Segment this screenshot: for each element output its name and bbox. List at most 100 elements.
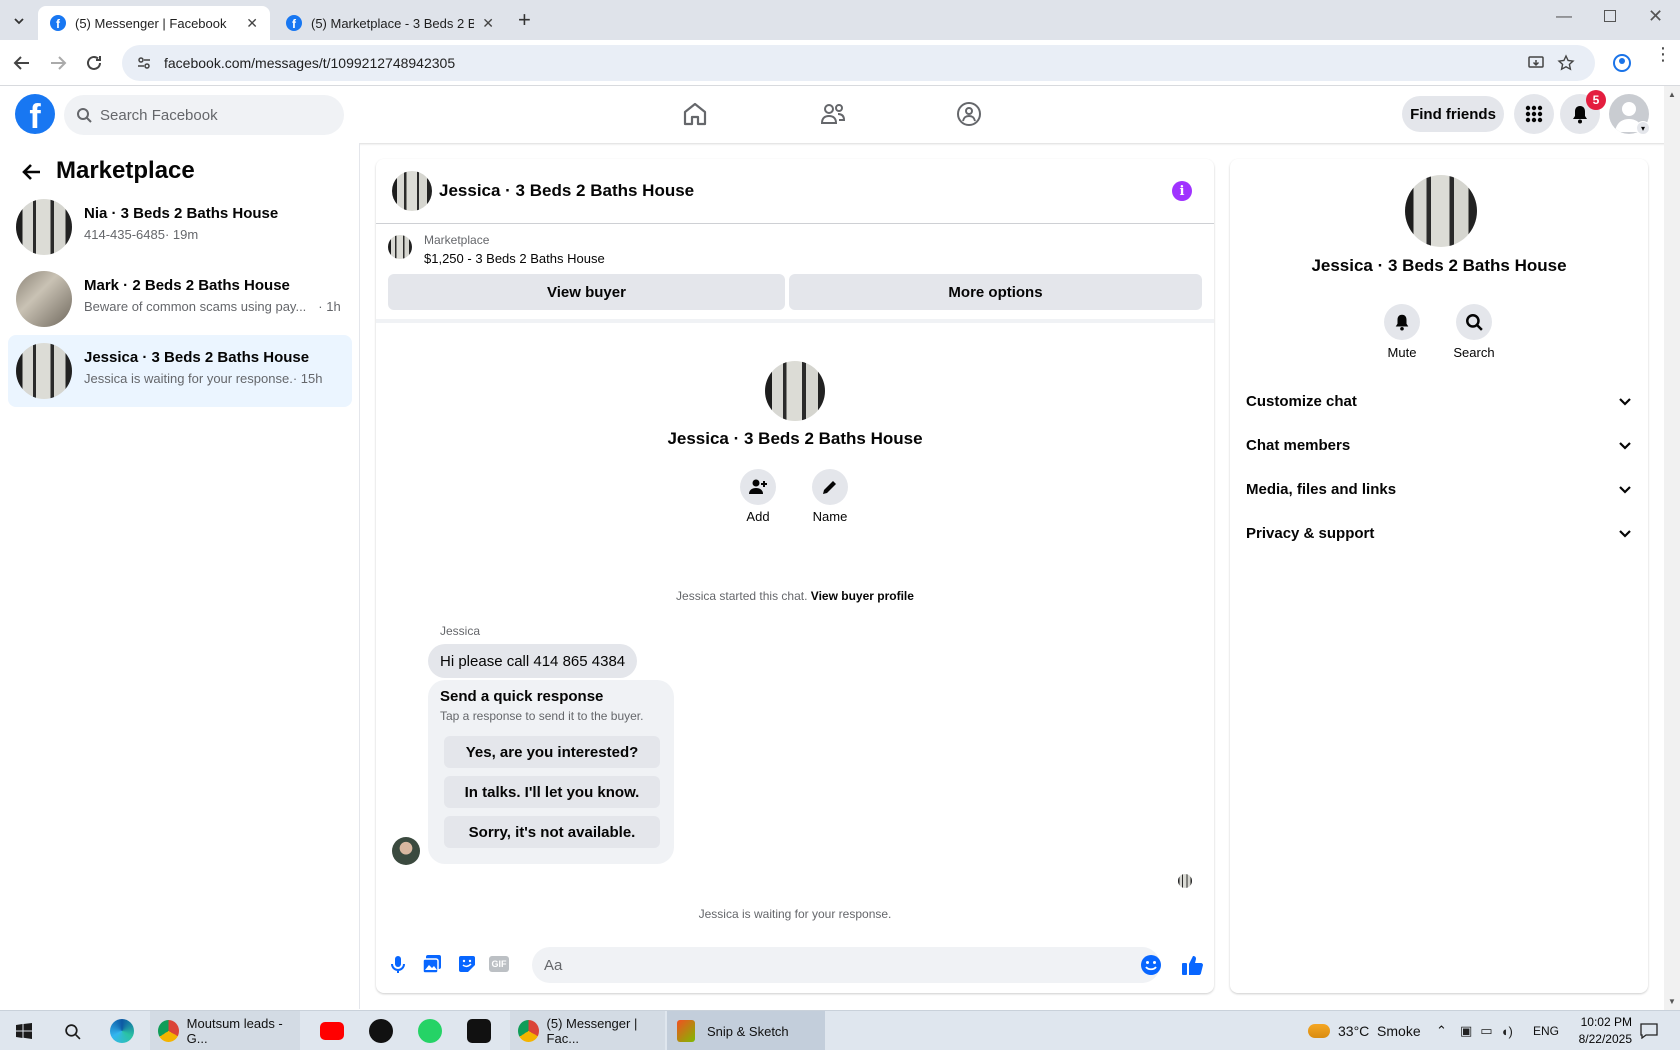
search-icon[interactable] (64, 1023, 81, 1040)
quick-response-button[interactable]: Yes, are you interested? (444, 736, 660, 768)
profile-icon[interactable] (1611, 52, 1633, 74)
section-label: Privacy & support (1246, 524, 1375, 542)
capcut-icon[interactable] (467, 1019, 491, 1043)
chat-members-section[interactable]: Chat members (1246, 425, 1632, 465)
add-people-button[interactable] (740, 469, 776, 505)
minimize-window-button[interactable]: — (1556, 8, 1572, 26)
volume-icon[interactable]: ◖) (1501, 1024, 1513, 1039)
customize-chat-section[interactable]: Customize chat (1246, 381, 1632, 421)
emoji-icon[interactable] (1140, 954, 1162, 976)
section-label: Customize chat (1246, 392, 1357, 410)
restore-window-button[interactable] (1604, 10, 1616, 22)
conversation-item-nia[interactable]: Nia · 3 Beds 2 Baths House 414-435-6485 ·… (8, 191, 352, 263)
tray-chevron-icon[interactable]: ⌃ (1436, 1011, 1447, 1050)
new-tab-button[interactable]: + (518, 7, 531, 33)
edge-browser-icon[interactable] (110, 1019, 134, 1043)
browser-menu-icon[interactable]: ⋮ (1654, 45, 1672, 63)
mute-button[interactable] (1384, 304, 1420, 340)
privacy-support-section[interactable]: Privacy & support (1246, 513, 1632, 553)
taskbar-app-chrome-messenger[interactable]: (5) Messenger | Fac... (510, 1011, 665, 1050)
reload-icon[interactable] (83, 52, 105, 74)
details-name: Jessica · 3 Beds 2 Baths House (1311, 256, 1567, 275)
microphone-icon[interactable] (388, 954, 408, 974)
view-buyer-profile-link[interactable]: View buyer profile (811, 589, 914, 603)
search-in-chat-button[interactable] (1456, 304, 1492, 340)
preview-time: · 15h (292, 371, 323, 386)
conversation-preview: Beware of common scams using pay... · 1h (84, 299, 341, 314)
sticker-icon[interactable] (456, 953, 478, 975)
taskbar-app-snip-sketch[interactable]: Snip & Sketch (667, 1011, 825, 1050)
listing-thumbnail[interactable] (388, 235, 412, 259)
sender-avatar[interactable] (392, 837, 420, 865)
windows-start-icon[interactable] (16, 1023, 32, 1039)
close-tab-icon[interactable]: ✕ (482, 15, 494, 32)
chat-details-panel: Jessica · 3 Beds 2 Baths House Mute Sear… (1230, 159, 1648, 993)
conversation-item-jessica[interactable]: Jessica · 3 Beds 2 Baths House Jessica i… (8, 335, 352, 407)
forward-arrow-icon[interactable] (47, 52, 69, 74)
details-profile-photo[interactable] (1405, 175, 1477, 247)
back-arrow-icon[interactable] (20, 160, 44, 184)
home-icon[interactable] (681, 100, 709, 128)
youtube-icon[interactable] (320, 1022, 344, 1040)
facebook-logo-icon[interactable]: f (15, 94, 55, 134)
mute-label: Mute (1387, 345, 1417, 360)
add-label: Add (746, 509, 770, 524)
whatsapp-icon[interactable] (418, 1019, 442, 1043)
tab-messenger[interactable]: f (5) Messenger | Facebook ✕ (38, 6, 270, 40)
snip-sketch-icon (677, 1020, 695, 1042)
close-window-button[interactable]: ✕ (1648, 6, 1663, 27)
tiktok-icon[interactable] (369, 1019, 393, 1043)
waiting-status: Jessica is waiting for your response. (698, 907, 892, 921)
menu-grid-button[interactable] (1514, 94, 1554, 134)
search-icon (77, 108, 92, 123)
groups-icon[interactable] (955, 100, 983, 128)
close-tab-icon[interactable]: ✕ (246, 15, 258, 32)
gif-icon[interactable]: GIF (489, 956, 509, 972)
listing-thumbnail (16, 271, 72, 327)
account-chevron-icon[interactable]: ▾ (1636, 121, 1650, 135)
tray-app-icon[interactable]: ▣ (1460, 1023, 1472, 1039)
tab-search-dropdown[interactable] (8, 10, 30, 32)
view-buyer-button[interactable]: View buyer (388, 274, 785, 310)
message-input[interactable]: Aa (532, 947, 1160, 983)
friends-icon[interactable] (819, 100, 847, 128)
address-bar[interactable]: facebook.com/messages/t/1099212748942305 (122, 45, 1595, 81)
bookmark-star-icon[interactable] (1557, 54, 1575, 72)
clock[interactable]: 10:02 PM 8/22/2025 (1570, 1014, 1632, 1048)
edit-name-button[interactable] (812, 469, 848, 505)
notification-center-icon[interactable] (1640, 1023, 1658, 1039)
conversation-name: Nia · 3 Beds 2 Baths House (84, 205, 279, 222)
more-options-button[interactable]: More options (789, 274, 1202, 310)
quick-response-button[interactable]: In talks. I'll let you know. (444, 776, 660, 808)
tab-marketplace[interactable]: f (5) Marketplace - 3 Beds 2 Bath ✕ (274, 6, 506, 40)
chat-profile-photo[interactable] (765, 361, 825, 421)
site-settings-icon[interactable] (136, 55, 152, 71)
info-icon[interactable]: i (1172, 181, 1192, 201)
chevron-down-icon (1619, 398, 1631, 406)
preview-text: Jessica is waiting for your response. (84, 371, 293, 386)
scroll-up-arrow-icon[interactable]: ▲ (1668, 90, 1676, 99)
conversation-item-mark[interactable]: Mark · 2 Beds 2 Baths House Beware of co… (8, 263, 352, 335)
taskbar-app-chrome-leads[interactable]: Moutsum leads - G... (150, 1011, 300, 1050)
message-bubble[interactable]: Hi please call 414 865 4384 (428, 644, 638, 678)
find-friends-button[interactable]: Find friends (1402, 96, 1504, 132)
quick-response-button[interactable]: Sorry, it's not available. (444, 816, 660, 848)
chat-panel: Jessica · 3 Beds 2 Baths House i Marketp… (376, 159, 1214, 993)
chrome-icon (518, 1020, 539, 1042)
photo-icon[interactable] (421, 953, 443, 975)
taskbar-app-label: Snip & Sketch (707, 1023, 789, 1039)
media-files-links-section[interactable]: Media, files and links (1246, 469, 1632, 509)
scroll-down-arrow-icon[interactable]: ▼ (1668, 997, 1676, 1006)
page-scrollbar[interactable]: ▲ ▼ (1664, 86, 1680, 1010)
listing-title[interactable]: $1,250 - 3 Beds 2 Baths House (424, 251, 605, 266)
search-facebook-input[interactable]: Search Facebook (64, 95, 344, 135)
chevron-down-icon (14, 18, 24, 25)
chat-avatar[interactable] (392, 171, 432, 211)
thumbs-up-icon[interactable] (1180, 953, 1204, 977)
back-arrow-icon[interactable] (11, 52, 33, 74)
weather-widget[interactable]: 33°C Smoke (1308, 1011, 1421, 1050)
chat-title[interactable]: Jessica · 3 Beds 2 Baths House (439, 181, 694, 201)
network-icon[interactable]: ▭ (1480, 1023, 1492, 1039)
install-app-icon[interactable] (1527, 54, 1545, 72)
language-indicator[interactable]: ENG (1533, 1011, 1559, 1050)
